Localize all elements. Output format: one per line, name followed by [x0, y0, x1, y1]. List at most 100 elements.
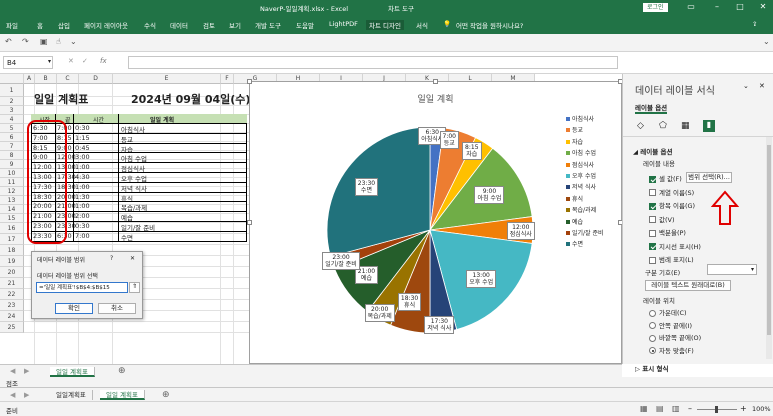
cancel-formula-icon[interactable]: ✕ [68, 57, 74, 65]
column-header-c[interactable]: C [57, 74, 79, 84]
select-all-corner[interactable] [0, 74, 24, 84]
checkbox-icon[interactable] [649, 216, 656, 223]
legend-entry[interactable]: 수면 [566, 239, 604, 248]
minimize-icon[interactable]: – [712, 2, 722, 11]
outer-scroll-right-icon[interactable]: ▶ [24, 391, 29, 399]
label-position-radio[interactable]: 가운데(C) [649, 307, 687, 317]
label-option-checkbox[interactable]: 백분율(P) [649, 227, 686, 237]
checkbox-icon[interactable] [649, 243, 656, 250]
row-header-9[interactable]: 9 [0, 160, 24, 169]
label-position-radio[interactable]: 자동 맞춤(F) [649, 345, 694, 355]
table-cell[interactable]: 0:30 [75, 124, 90, 132]
fill-line-icon[interactable]: ◇ [637, 121, 644, 131]
page-layout-view-icon[interactable]: ▤ [656, 404, 664, 413]
tab-file[interactable]: 파일 [6, 20, 18, 30]
checkbox-icon[interactable] [649, 229, 656, 237]
table-cell[interactable]: 3:00 [75, 153, 90, 161]
resize-handle-l[interactable] [247, 220, 252, 225]
tab-page-layout[interactable]: 페이지 레이아웃 [84, 20, 128, 30]
touch-mode-icon[interactable]: ☝ [56, 37, 61, 46]
radio-icon[interactable] [649, 347, 656, 354]
add-sheet-icon[interactable]: ⊕ [118, 366, 126, 376]
radio-icon[interactable] [649, 334, 656, 342]
zoom-in-icon[interactable]: + [740, 404, 747, 413]
formula-input[interactable] [128, 56, 618, 69]
pie-data-label[interactable]: 17:30 저녁 식사 [424, 315, 455, 334]
legend-entry[interactable]: 아침 수업 [566, 148, 604, 157]
pie-data-label[interactable]: 9:00 아침 수업 [474, 185, 505, 204]
legend-entry[interactable]: 등교 [566, 125, 604, 134]
legend-entry[interactable]: 오후 수업 [566, 171, 604, 180]
range-collapse-icon[interactable]: ⇑ [129, 282, 140, 293]
row-header-1[interactable]: 1 [0, 84, 24, 97]
tab-help[interactable]: 도움말 [296, 20, 314, 30]
page-break-view-icon[interactable]: ▥ [672, 404, 680, 413]
tab-home[interactable]: 홈 [37, 20, 43, 30]
zoom-slider-thumb[interactable] [715, 406, 718, 413]
legend-entry[interactable]: 점심식사 [566, 160, 604, 169]
row-header-18[interactable]: 18 [0, 245, 24, 256]
label-position-radio[interactable]: 안쪽 끝에(I) [649, 320, 692, 330]
save-icon[interactable]: ▣ [40, 37, 48, 46]
pie-data-label[interactable]: 23:00 일기/잘 준비 [322, 252, 360, 271]
radio-icon[interactable] [649, 322, 656, 329]
sheet-tab-daily[interactable]: 일일계획표 [50, 390, 93, 400]
label-option-checkbox[interactable]: 항목 이름(G) [649, 200, 695, 210]
row-header-14[interactable]: 14 [0, 205, 24, 214]
column-header-a[interactable]: A [24, 74, 35, 84]
table-cell[interactable]: 1:00 [75, 183, 90, 191]
tab-review[interactable]: 검토 [203, 20, 215, 30]
row-header-22[interactable]: 22 [0, 289, 24, 300]
function-icon[interactable]: fx [100, 57, 107, 65]
name-box-dropdown-icon[interactable]: ▾ [48, 58, 51, 65]
row-header-10[interactable]: 10 [0, 169, 24, 178]
pie-data-label[interactable]: 20:00 복습/과제 [364, 304, 395, 323]
legend-entry[interactable]: 저녁 식사 [566, 182, 604, 191]
label-options-icon[interactable]: ▮ [703, 120, 715, 132]
column-header-b[interactable]: B [35, 74, 57, 84]
table-cell[interactable]: 0:45 [75, 144, 90, 152]
table-cell[interactable]: 7:00 [75, 232, 90, 240]
outer-scroll-left-icon[interactable]: ◀ [10, 391, 15, 399]
dialog-close-button[interactable]: ✕ [130, 255, 135, 262]
tab-developer[interactable]: 개발 도구 [255, 20, 281, 30]
normal-view-icon[interactable]: ▦ [640, 404, 648, 413]
legend-entry[interactable]: 휴식 [566, 194, 604, 203]
checkbox-icon[interactable] [649, 202, 656, 210]
dialog-range-input[interactable]: ='일일 계획표'!$B$4:$B$15 [36, 282, 128, 293]
label-options-group[interactable]: ◢ 레이블 옵션 [633, 146, 672, 156]
row-header-15[interactable]: 15 [0, 214, 24, 223]
legend-entry[interactable]: 자습 [566, 137, 604, 146]
row-header-12[interactable]: 12 [0, 187, 24, 196]
undo-icon[interactable]: ↶ [5, 37, 12, 46]
column-header-d[interactable]: D [79, 74, 113, 84]
label-option-checkbox[interactable]: 계열 이름(S) [649, 187, 694, 197]
radio-icon[interactable] [649, 309, 656, 317]
label-option-checkbox[interactable]: 지시선 표시(H) [649, 241, 701, 251]
collapse-ribbon-icon[interactable]: ⌄ [763, 37, 770, 46]
dialog-ok-button[interactable]: 확인 [55, 303, 93, 314]
separator-select[interactable]: ▾ [707, 264, 757, 275]
reset-label-text-button[interactable]: 레이블 텍스트 원래대로(B) [645, 280, 731, 291]
customize-qat-icon[interactable]: ⌄ [70, 37, 77, 46]
pane-scroll-thumb[interactable] [767, 145, 771, 335]
tab-view[interactable]: 보기 [229, 20, 241, 30]
row-header-24[interactable]: 24 [0, 311, 24, 322]
table-cell[interactable]: 2:00 [75, 212, 90, 220]
pie-data-label[interactable]: 7:00 등교 [439, 131, 459, 150]
label-option-checkbox[interactable]: 범례 표지(L) [649, 254, 694, 264]
tab-formulas[interactable]: 수식 [144, 20, 156, 30]
row-header-5[interactable]: 5 [0, 124, 24, 133]
row-header-13[interactable]: 13 [0, 196, 24, 205]
row-header-19[interactable]: 19 [0, 256, 24, 267]
pie-data-label[interactable]: 12:00 점심식사 [506, 222, 535, 240]
row-header-6[interactable]: 6 [0, 133, 24, 142]
pie-chart-area[interactable]: 일일 계획 아침식사 등교 자습 아침 수업 점심식사 오후 수업 저녁 식사 휴식 복습/과제… [247, 79, 623, 364]
label-option-checkbox[interactable]: 셀 값(F) [649, 173, 682, 183]
chart-legend[interactable]: 아침식사 등교 자습 아침 수업 점심식사 오후 수업 저녁 식사 휴식 복습/과제 예습 일기/잘… [566, 114, 604, 251]
table-cell[interactable]: 0:30 [75, 222, 90, 230]
row-header-16[interactable]: 16 [0, 223, 24, 234]
scroll-left-icon[interactable]: ◀ [10, 367, 15, 375]
legend-entry[interactable]: 예습 [566, 217, 604, 226]
table-cell[interactable]: 1:15 [75, 134, 90, 142]
